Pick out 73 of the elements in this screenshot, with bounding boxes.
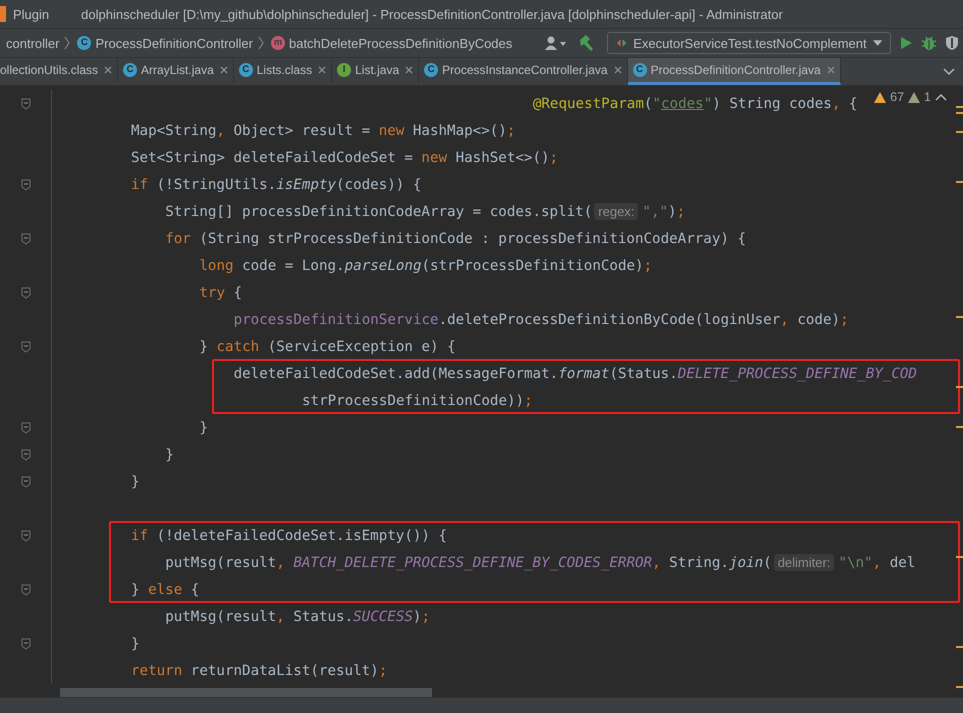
fold-icon[interactable] — [21, 178, 31, 190]
code-text: try { — [199, 284, 242, 300]
close-icon[interactable] — [614, 66, 622, 74]
code-text: processDefinitionService.deleteProcessDefinitionByCode(loginUser, code); — [234, 312, 849, 328]
code-text: } catch (ServiceException e) { — [199, 338, 456, 354]
code-icon — [616, 37, 628, 49]
menu-item[interactable]: Plugin — [13, 6, 50, 22]
code-text: } — [165, 446, 174, 462]
fold-icon[interactable] — [21, 638, 31, 650]
close-icon[interactable] — [826, 66, 835, 74]
code-text: } — [199, 420, 208, 436]
fold-icon[interactable] — [21, 448, 31, 460]
class-icon: C — [123, 63, 138, 77]
code-text: Map<String, Object> result = new HashMap<>(); — [131, 122, 516, 138]
code-text: long code = Long.parseLong(strProcessDefinitionCode); — [199, 258, 652, 274]
code-text: } — [131, 474, 140, 490]
code-text: putMsg(result, Status.SUCCESS); — [165, 608, 430, 624]
code-text: "\n", del — [838, 554, 916, 570]
hammer-icon[interactable] — [577, 34, 595, 52]
chevron-down-icon[interactable] — [943, 68, 955, 76]
method-icon: m — [270, 36, 285, 50]
code-text: deleteFailedCodeSet.add(MessageFormat.format(Status.DELETE_PROCESS_DEFINE_BY_COD — [234, 366, 917, 382]
fold-icon[interactable] — [21, 98, 31, 110]
class-icon: C — [238, 63, 253, 77]
code-text: Set<String> deleteFailedCodeSet = new HashSet<>(); — [131, 150, 558, 166]
code-text: @RequestParam("codes") String codes, { — [532, 96, 858, 112]
inlay-hint: delimiter: — [774, 554, 834, 571]
fold-icon[interactable] — [21, 476, 31, 488]
fold-icon[interactable] — [21, 530, 31, 542]
caret-icon — [872, 40, 882, 46]
breadcrumb-item[interactable]: controller — [6, 36, 60, 50]
breadcrumb-item[interactable]: ProcessDefinitionController — [95, 36, 253, 50]
bug-icon[interactable] — [921, 35, 937, 51]
chevron-up-icon[interactable] — [935, 93, 947, 101]
scrollbar-thumb[interactable] — [60, 688, 432, 697]
chevron-icon — [63, 36, 72, 50]
window-title: dolphinscheduler [D:\my_github\dolphinscheduler] - ProcessDefinitionController.java [dolphinscheduler-api] - Administrator — [81, 6, 783, 22]
file-tab[interactable]: ollectionUtils.class — [0, 58, 118, 85]
shield-icon[interactable] — [945, 35, 959, 51]
fold-icon[interactable] — [21, 422, 31, 434]
warning-icon[interactable] — [874, 92, 886, 102]
code-text: for (String strProcessDefinitionCode : processDefinitionCodeArray) { — [165, 230, 746, 246]
close-icon[interactable] — [220, 66, 228, 74]
fold-icon[interactable] — [21, 232, 31, 244]
run-configuration-dropdown[interactable]: ExecutorServiceTest.testNoComplement — [607, 32, 891, 54]
code-text: if (!StringUtils.isEmpty(codes)) { — [131, 176, 422, 192]
code-text: } — [131, 636, 140, 652]
breadcrumb-item[interactable]: batchDeleteProcessDefinitionByCodes — [288, 36, 512, 50]
user-icon[interactable] — [545, 35, 569, 51]
code-text: return returnDataList(result); — [131, 662, 388, 678]
weak-warning-count[interactable]: 1 — [924, 90, 931, 104]
class-icon: C — [77, 36, 92, 50]
warning-count[interactable]: 67 — [890, 90, 904, 104]
code-text: } else { — [131, 582, 200, 598]
chevron-icon — [256, 36, 265, 50]
code-text: ","); — [642, 204, 686, 220]
close-icon[interactable] — [405, 66, 414, 74]
class-icon: C — [424, 63, 438, 77]
run-icon[interactable] — [899, 36, 913, 50]
code-text: String[] processDefinitionCodeArray = codes.split( — [165, 204, 592, 220]
code-text: strProcessDefinitionCode)); — [302, 392, 533, 408]
code-text: putMsg(result, BATCH_DELETE_PROCESS_DEFINE_BY_CODES_ERROR, String.join( — [165, 554, 772, 570]
close-icon[interactable] — [104, 66, 112, 74]
inlay-hint: regex: — [594, 203, 638, 220]
interface-icon: I — [337, 63, 352, 77]
class-icon: C — [632, 63, 647, 77]
code-text: if (!deleteFailedCodeSet.isEmpty()) { — [131, 528, 448, 544]
fold-icon[interactable] — [21, 584, 31, 596]
fold-icon[interactable] — [21, 340, 31, 352]
file-tab[interactable]: C ProcessDefinitionController.java — [628, 58, 841, 85]
fold-icon[interactable] — [21, 286, 31, 298]
weak-warning-icon[interactable] — [908, 92, 920, 102]
close-icon[interactable] — [318, 66, 326, 74]
